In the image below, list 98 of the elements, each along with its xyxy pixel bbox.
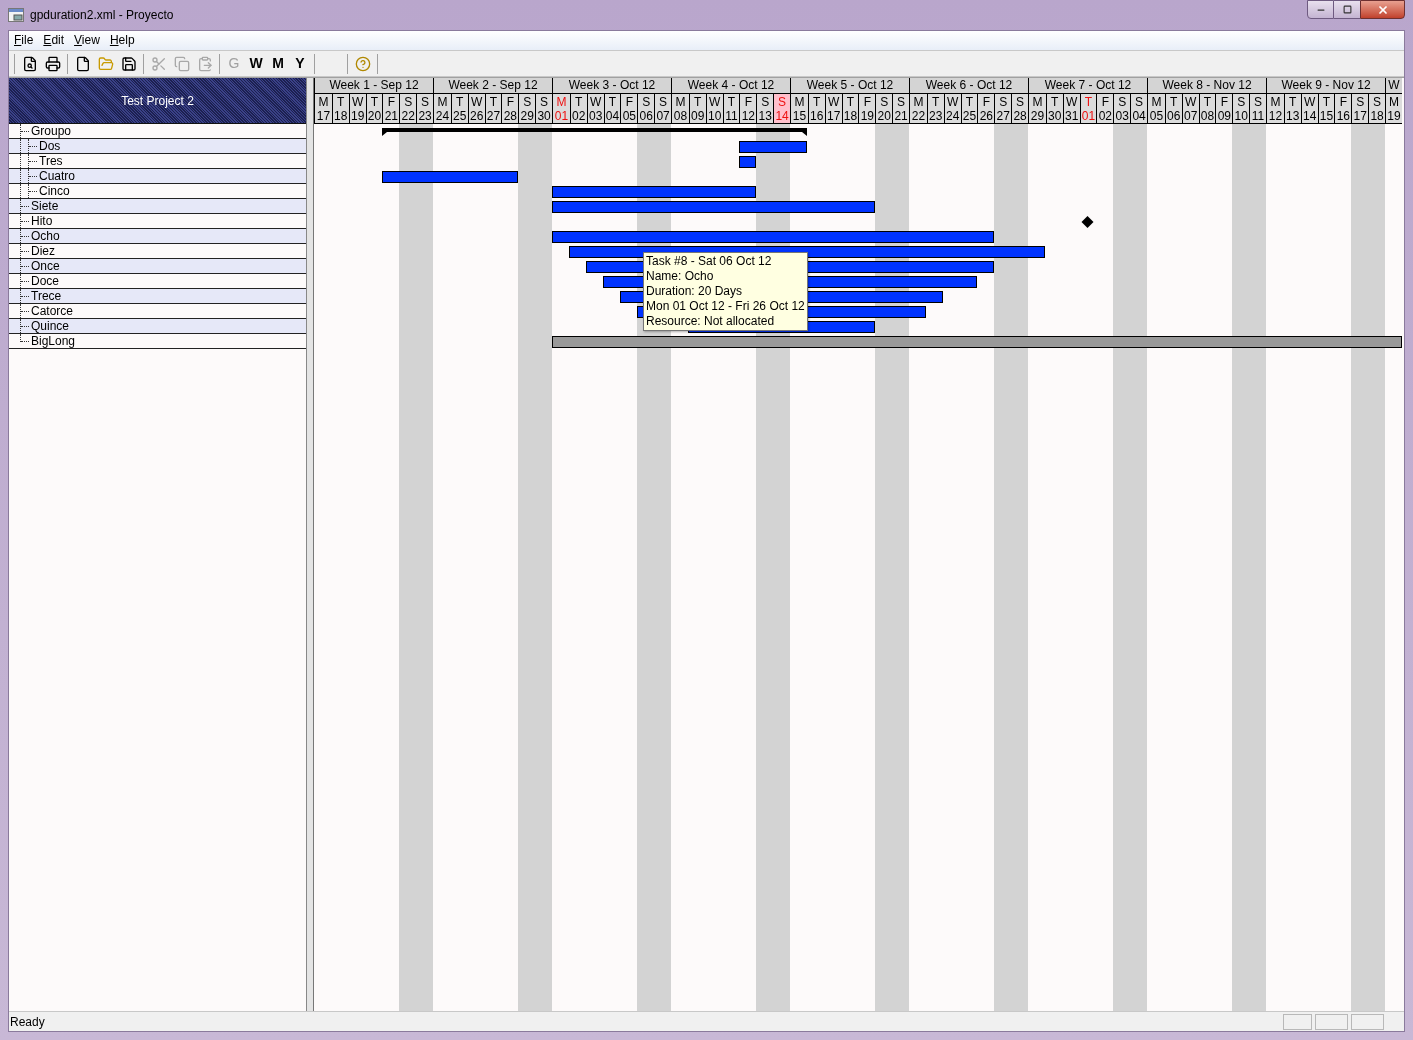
day-header: M 01: [553, 94, 570, 123]
save-icon: [120, 55, 137, 72]
tooltip-line: Mon 01 Oct 12 - Fri 26 Oct 12: [646, 299, 805, 314]
status-pane: [1351, 1013, 1384, 1030]
day-header: S 27: [994, 94, 1012, 123]
minimize-button[interactable]: [1307, 0, 1334, 19]
week-header: Week 9 - Nov 12: [1267, 78, 1385, 93]
day-header: S 14: [773, 94, 790, 123]
milestone-diamond: [1081, 216, 1094, 228]
menu-item[interactable]: File: [9, 31, 39, 50]
week-header: Week 3 - Oct 12: [553, 78, 671, 93]
day-header: F 21: [382, 94, 400, 123]
task-name[interactable]: Siete: [29, 199, 59, 213]
task-name[interactable]: Once: [29, 259, 60, 273]
menu-item[interactable]: View: [69, 31, 105, 50]
menu-item[interactable]: Help: [104, 31, 140, 50]
task-name[interactable]: Dos: [37, 139, 61, 153]
printer-icon: [44, 55, 61, 72]
day-header: F 09: [1215, 94, 1233, 123]
app-icon: [8, 8, 24, 22]
tooltip-line: Duration: 20 Days: [646, 284, 744, 299]
day-header: F 05: [620, 94, 638, 123]
preview-icon: [21, 55, 38, 72]
day-header: F 19: [858, 94, 876, 123]
week-header: Week 6 - Oct 12: [910, 78, 1028, 93]
task-name[interactable]: Quince: [29, 319, 70, 333]
task-name[interactable]: Groupo: [29, 124, 72, 138]
day-header: M 15: [791, 94, 808, 123]
day-header: S 30: [535, 94, 552, 123]
day-header: M 19: [1386, 94, 1402, 123]
day-header: S 22: [399, 94, 417, 123]
day-header: S 18: [1368, 94, 1385, 123]
task-name[interactable]: Cinco: [37, 184, 70, 198]
day-header: F 26: [977, 94, 995, 123]
day-header: S 06: [637, 94, 655, 123]
week-header: Week 7 - Oct 12: [1029, 78, 1147, 93]
close-icon: [1376, 3, 1389, 16]
new-document-icon: [74, 55, 91, 72]
tooltip-line: Task #8 - Sat 06 Oct 12: [646, 254, 773, 269]
task-name[interactable]: BigLong: [29, 334, 76, 348]
day-header: M 05: [1148, 94, 1165, 123]
day-header: F 16: [1334, 94, 1352, 123]
week-header: Week 1 - Sep 12: [315, 78, 433, 93]
status-text: Ready: [9, 1013, 45, 1031]
status-pane: [1283, 1013, 1312, 1030]
day-header: S 03: [1113, 94, 1131, 123]
day-header: S 28: [1011, 94, 1028, 123]
cut-icon: [150, 55, 167, 72]
task-bar[interactable]: [552, 336, 1402, 348]
day-header: S 20: [875, 94, 893, 123]
task-name[interactable]: Trece: [29, 289, 62, 303]
zoom-scale-button[interactable]: W: [245, 52, 267, 75]
day-header: S 11: [1249, 94, 1266, 123]
close-button[interactable]: [1360, 0, 1405, 19]
day-header: F 12: [739, 94, 757, 123]
day-header: S 29: [518, 94, 536, 123]
task-name[interactable]: Hito: [29, 214, 53, 228]
day-header: M 22: [910, 94, 927, 123]
week-header: W: [1386, 78, 1402, 93]
tooltip-line: Name: Ocho: [646, 269, 715, 284]
day-header: S 17: [1351, 94, 1369, 123]
day-header: S 10: [1232, 94, 1250, 123]
day-header: S 04: [1130, 94, 1147, 123]
copy-icon: [173, 55, 190, 72]
open-folder-icon: [97, 55, 114, 72]
paste-icon: [196, 55, 213, 72]
project-title-header: Test Project 2: [9, 78, 306, 124]
tooltip-line: Resource: Not allocated: [646, 314, 776, 329]
task-name[interactable]: Ocho: [29, 229, 60, 243]
window-title: gpduration2.xml - Proyecto: [30, 7, 174, 24]
week-header: Week 2 - Sep 12: [434, 78, 552, 93]
task-name[interactable]: Cuatro: [37, 169, 76, 183]
day-header: M 29: [1029, 94, 1046, 123]
day-header: S 07: [654, 94, 671, 123]
day-header: M 24: [434, 94, 451, 123]
task-name[interactable]: Tres: [37, 154, 63, 168]
help-icon: [354, 55, 371, 72]
task-name[interactable]: Catorce: [29, 304, 74, 318]
maximize-icon: [1342, 5, 1352, 14]
week-header: Week 8 - Nov 12: [1148, 78, 1266, 93]
day-header: F 02: [1096, 94, 1114, 123]
status-pane: [1315, 1013, 1348, 1030]
day-header: M 17: [315, 94, 332, 123]
zoom-scale-button[interactable]: Y: [289, 52, 311, 75]
menu-item[interactable]: Edit: [38, 31, 70, 50]
day-header: S 13: [756, 94, 774, 123]
day-header: S 23: [416, 94, 433, 123]
day-header: M 08: [672, 94, 689, 123]
week-header: Week 5 - Oct 12: [791, 78, 909, 93]
splitter-bar[interactable]: [307, 78, 314, 1011]
maximize-button[interactable]: [1334, 0, 1360, 19]
task-name[interactable]: Diez: [29, 244, 55, 258]
zoom-scale-button[interactable]: M: [267, 52, 289, 75]
day-header: M 12: [1267, 94, 1284, 123]
task-name[interactable]: Doce: [29, 274, 59, 288]
day-header: S 21: [892, 94, 909, 123]
day-header: F 28: [501, 94, 519, 123]
week-header: Week 4 - Oct 12: [672, 78, 790, 93]
